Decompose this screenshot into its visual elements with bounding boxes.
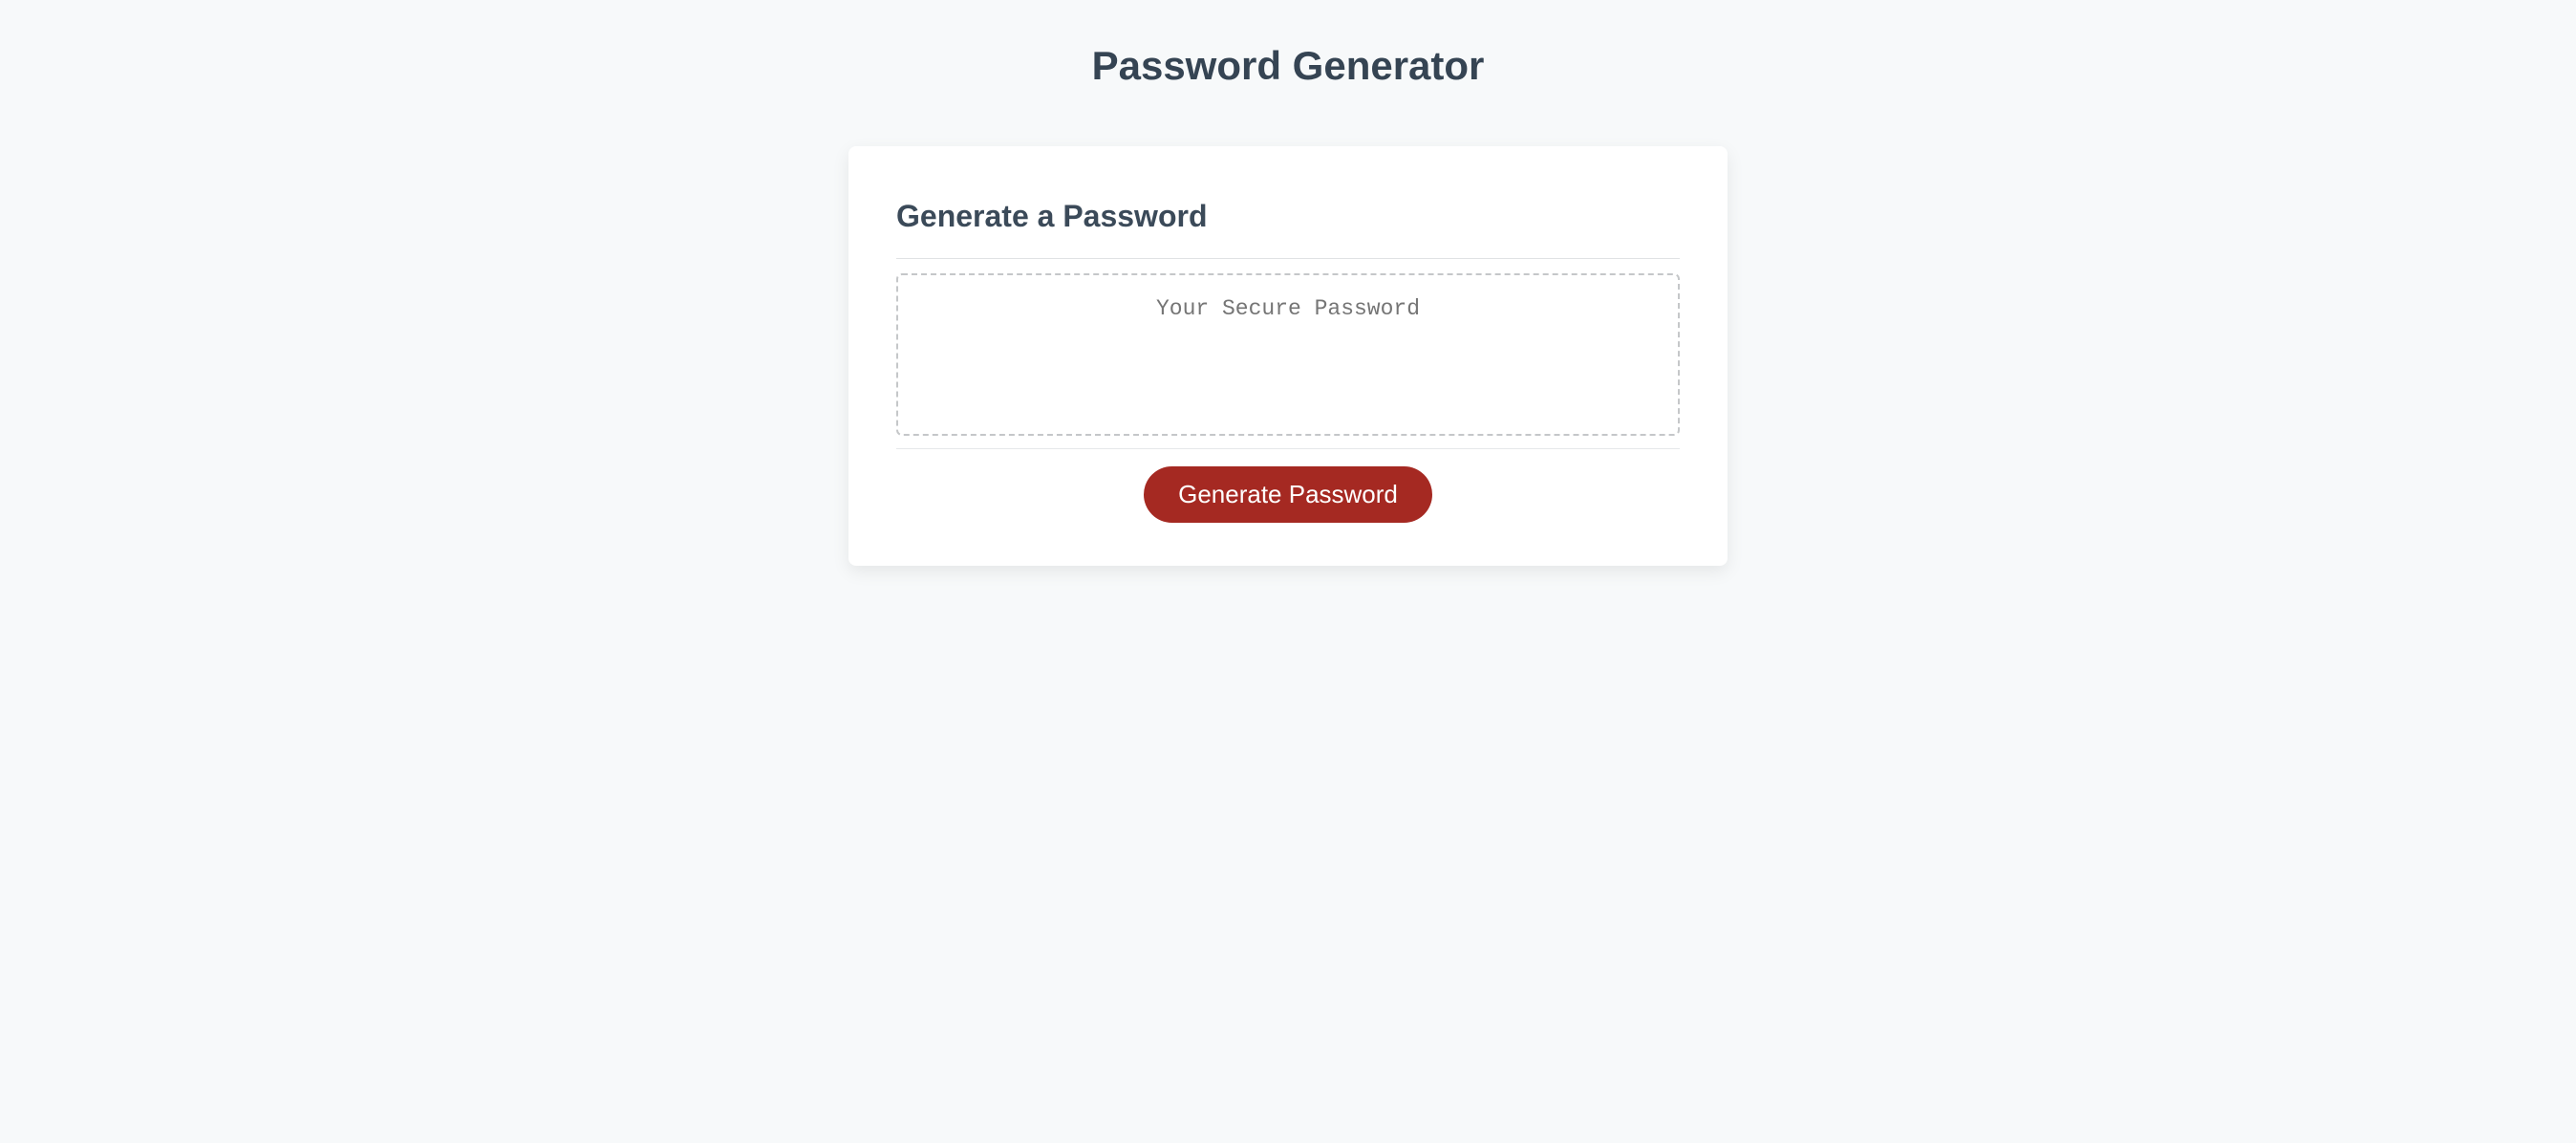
divider-top <box>896 258 1680 259</box>
card-title: Generate a Password <box>896 199 1680 234</box>
password-output[interactable] <box>896 273 1680 436</box>
page-title: Password Generator <box>0 43 2576 89</box>
divider-bottom <box>896 448 1680 449</box>
button-row: Generate Password <box>896 466 1680 523</box>
generator-card: Generate a Password Generate Password <box>848 146 1728 566</box>
generate-password-button[interactable]: Generate Password <box>1144 466 1432 523</box>
